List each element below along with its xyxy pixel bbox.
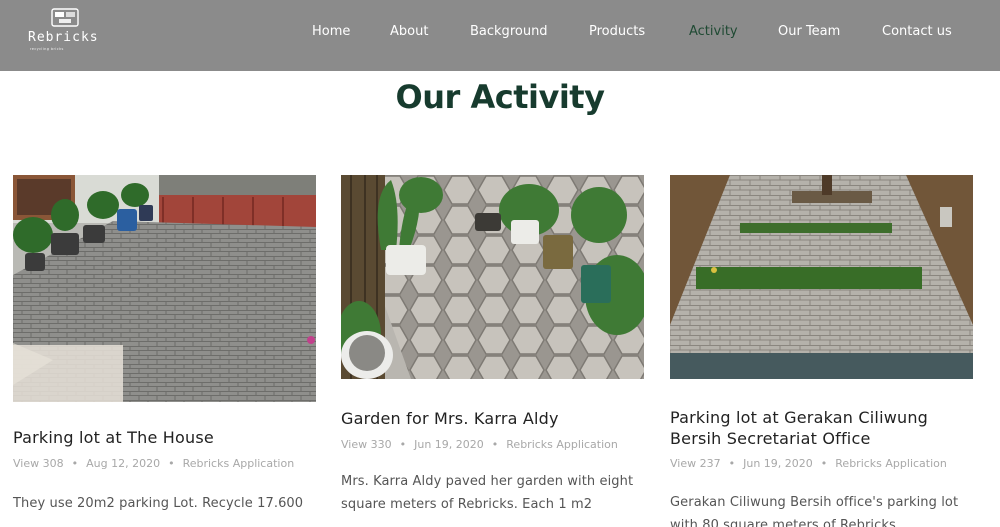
- separator-dot-icon: •: [728, 457, 736, 470]
- page-title: Our Activity: [395, 78, 605, 116]
- nav-products[interactable]: Products: [589, 24, 645, 39]
- separator-dot-icon: •: [168, 457, 175, 470]
- card-photo-parking-house[interactable]: [13, 175, 316, 402]
- post-date: Jun 19, 2020: [414, 438, 484, 451]
- view-count: View 308: [13, 457, 64, 470]
- card-title[interactable]: Parking lot at The House: [13, 427, 316, 448]
- brand-tagline: recycling bricks: [30, 47, 64, 51]
- post-category[interactable]: Rebricks Application: [835, 457, 947, 470]
- separator-dot-icon: •: [491, 438, 499, 451]
- activity-card: Parking lot at Gerakan Ciliwung Bersih S…: [670, 175, 973, 527]
- nav-about[interactable]: About: [390, 24, 428, 39]
- post-category[interactable]: Rebricks Application: [506, 438, 618, 451]
- view-count: View 237: [670, 457, 721, 470]
- nav-our-team[interactable]: Our Team: [778, 24, 840, 39]
- card-title[interactable]: Garden for Mrs. Karra Aldy: [341, 408, 644, 429]
- nav-contact-us[interactable]: Contact us: [882, 24, 952, 39]
- nav-home[interactable]: Home: [312, 24, 350, 39]
- post-date: Aug 12, 2020: [86, 457, 161, 470]
- separator-dot-icon: •: [399, 438, 407, 451]
- nav-activity[interactable]: Activity: [689, 24, 738, 39]
- navbar: Rebricks recycling bricks Home About Bac…: [0, 0, 1000, 71]
- card-meta: View 237 • Jun 19, 2020 • Rebricks Applicati…: [670, 457, 973, 470]
- brand-logo[interactable]: Rebricks recycling bricks: [28, 6, 104, 54]
- separator-dot-icon: •: [71, 457, 79, 470]
- card-excerpt: Mrs. Karra Aldy paved her garden with ei…: [341, 474, 634, 512]
- card-excerpt: They use 20m2 parking Lot. Recycle 17.60…: [13, 496, 304, 511]
- post-date: Jun 19, 2020: [743, 457, 813, 470]
- view-count: View 330: [341, 438, 392, 451]
- separator-dot-icon: •: [820, 457, 828, 470]
- card-excerpt: Gerakan Ciliwung Bersih office's parking…: [670, 495, 959, 527]
- nav-background[interactable]: Background: [470, 24, 548, 39]
- brand-name: Rebricks: [28, 30, 99, 45]
- activity-card: Garden for Mrs. Karra Aldy View 330 • Jun …: [341, 175, 644, 516]
- brick-logo-icon: [51, 8, 79, 27]
- card-photo-ciliwung[interactable]: [670, 175, 973, 379]
- card-meta: View 308 • Aug 12, 2020 • Rebricks Applicati…: [13, 457, 316, 470]
- card-meta: View 330 • Jun 19, 2020 • Rebricks Applicati…: [341, 438, 644, 451]
- activity-card: Parking lot at The House View 308 • Aug 12…: [13, 175, 316, 515]
- card-photo-garden[interactable]: [341, 175, 644, 379]
- card-title[interactable]: Parking lot at Gerakan Ciliwung Bersih S…: [670, 407, 973, 449]
- post-category[interactable]: Rebricks Application: [183, 457, 295, 470]
